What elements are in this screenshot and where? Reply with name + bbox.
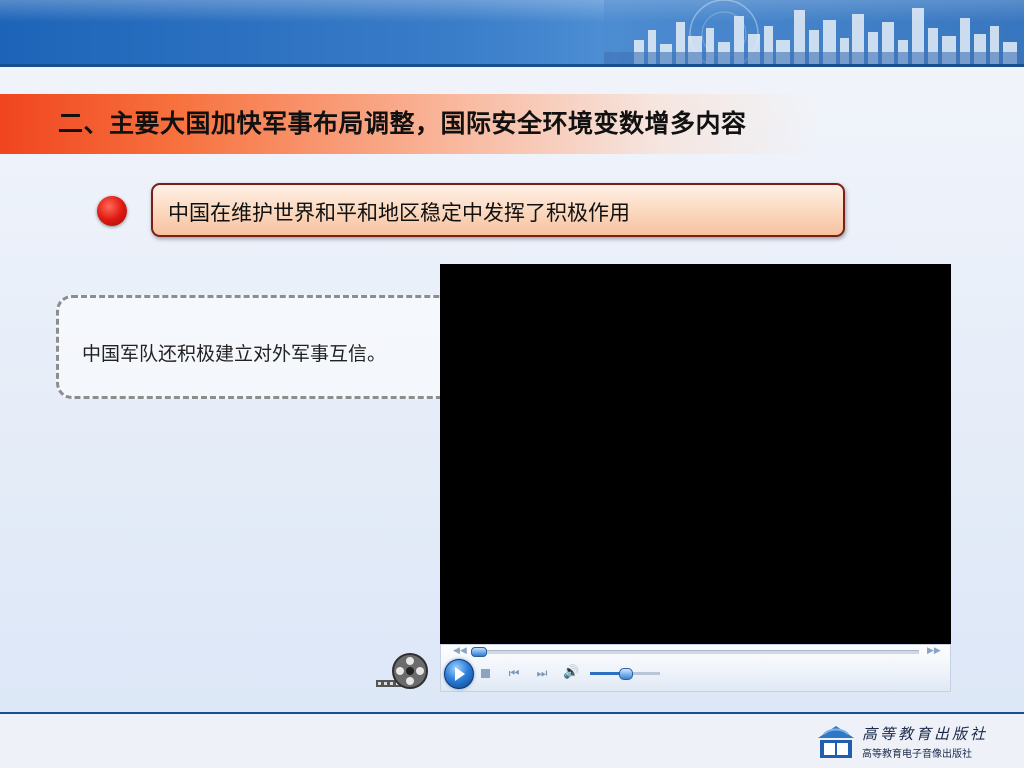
- city-skyline-image: [604, 0, 1024, 64]
- fast-forward-icon[interactable]: ▶▶: [927, 646, 941, 656]
- key-point-text: 中国在维护世界和平和地区稳定中发挥了积极作用: [168, 201, 630, 225]
- stop-icon[interactable]: [481, 669, 490, 678]
- header-banner: [0, 0, 1024, 64]
- play-icon: [455, 667, 465, 681]
- detail-text: 中国军队还积极建立对外军事互信。: [82, 343, 387, 365]
- volume-icon[interactable]: 🔊: [563, 666, 579, 680]
- section-title: 二、主要大国加快军事布局调整，国际安全环境变数增多内容: [58, 109, 747, 138]
- video-display[interactable]: [440, 264, 951, 644]
- play-button[interactable]: [444, 659, 474, 689]
- seek-bar[interactable]: [471, 650, 919, 654]
- previous-track-icon[interactable]: ⏮: [507, 666, 521, 680]
- seek-thumb[interactable]: [471, 647, 487, 657]
- publisher-logo-icon: [818, 726, 854, 758]
- header-divider: [0, 64, 1024, 67]
- rewind-icon[interactable]: ◀◀: [453, 646, 467, 656]
- bullet-icon: [97, 196, 127, 226]
- next-track-icon[interactable]: ⏭: [535, 666, 549, 680]
- publisher-name: 高等教育出版社: [862, 725, 989, 743]
- publisher-subtitle: 高等教育电子音像出版社: [862, 749, 972, 760]
- volume-thumb[interactable]: [619, 668, 633, 680]
- film-reel-icon: [376, 653, 428, 689]
